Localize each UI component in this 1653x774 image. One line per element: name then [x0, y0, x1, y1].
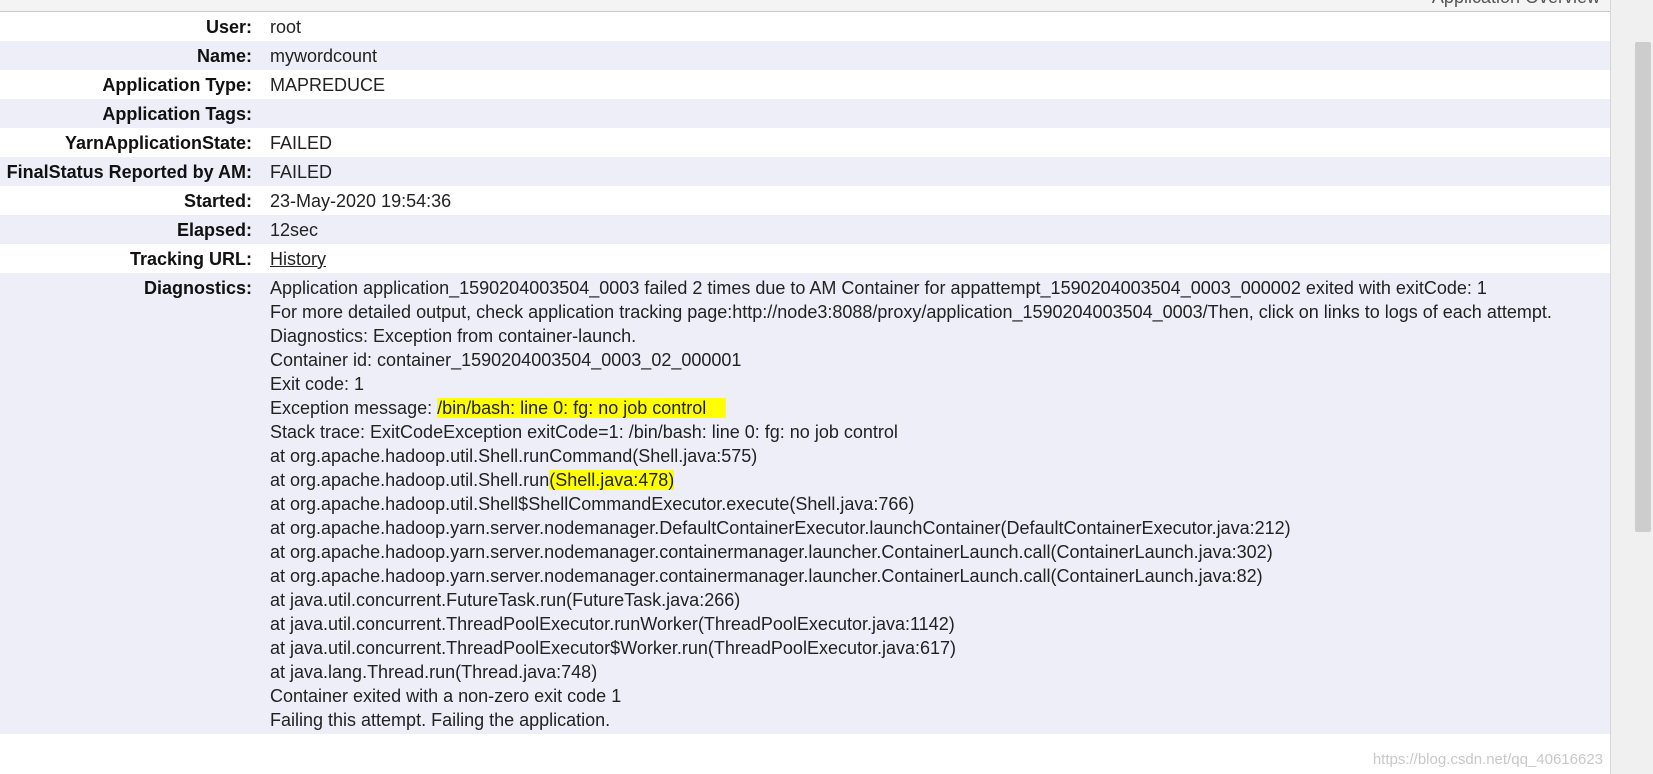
value-name: mywordcount — [270, 41, 1610, 70]
label-user: User: — [0, 12, 270, 41]
row-yarn-state: YarnApplicationState: FAILED — [0, 128, 1610, 157]
diagnostics-line: Stack trace: ExitCodeException exitCode=… — [270, 422, 898, 442]
highlighted-exception-message: /bin/bash: line 0: fg: no job control — [437, 398, 707, 418]
scrollbar-thumb[interactable] — [1635, 42, 1651, 532]
label-started: Started: — [0, 186, 270, 215]
diagnostics-line: Failing this attempt. Failing the applic… — [270, 710, 611, 730]
watermark: https://blog.csdn.net/qq_40616623 — [1372, 751, 1603, 768]
label-tracking-url: Tracking URL: — [0, 244, 270, 273]
stack-trace-line: at org.apache.hadoop.yarn.server.nodeman… — [270, 566, 1263, 586]
label-name: Name: — [0, 41, 270, 70]
value-user: root — [270, 12, 1610, 41]
label-application-tags: Application Tags: — [0, 99, 270, 128]
label-diagnostics: Diagnostics: — [0, 273, 270, 734]
stack-trace-prefix: at org.apache.hadoop.util.Shell.run — [270, 470, 550, 490]
label-elapsed: Elapsed: — [0, 215, 270, 244]
value-started: 23-May-2020 19:54:36 — [270, 186, 1610, 215]
diagnostics-line: For more detailed output, check applicat… — [270, 302, 1552, 322]
diagnostics-line: Application application_1590204003504_00… — [270, 278, 1487, 298]
value-tracking-url-cell: History — [270, 244, 1610, 273]
stack-trace-line: at java.util.concurrent.FutureTask.run(F… — [270, 590, 741, 610]
value-yarn-state: FAILED — [270, 128, 1610, 157]
row-elapsed: Elapsed: 12sec — [0, 215, 1610, 244]
diagnostics-line: Exit code: 1 — [270, 374, 365, 394]
highlighted-stack-location: (Shell.java:478) — [549, 470, 675, 490]
diagnostics-line: Diagnostics: Exception from container-la… — [270, 326, 637, 346]
panel-title: Application Overview — [1432, 0, 1600, 8]
application-info-table: User: root Name: mywordcount Application… — [0, 12, 1610, 734]
stack-trace-line: at org.apache.hadoop.util.Shell.run(Shel… — [270, 468, 1604, 492]
row-application-type: Application Type: MAPREDUCE — [0, 70, 1610, 99]
exception-prefix: Exception message: — [270, 398, 438, 418]
value-final-status: FAILED — [270, 157, 1610, 186]
row-diagnostics: Diagnostics: Application application_159… — [0, 273, 1610, 734]
stack-trace-line: at org.apache.hadoop.yarn.server.nodeman… — [270, 542, 1273, 562]
value-elapsed: 12sec — [270, 215, 1610, 244]
row-started: Started: 23-May-2020 19:54:36 — [0, 186, 1610, 215]
row-application-tags: Application Tags: — [0, 99, 1610, 128]
vertical-scrollbar[interactable] — [1610, 0, 1653, 774]
value-application-type: MAPREDUCE — [270, 70, 1610, 99]
diagnostics-exception-line: Exception message: /bin/bash: line 0: fg… — [270, 396, 1604, 420]
value-application-tags — [270, 99, 1610, 128]
label-application-type: Application Type: — [0, 70, 270, 99]
stack-trace-line: at org.apache.hadoop.yarn.server.nodeman… — [270, 518, 1291, 538]
stack-trace-line: at java.util.concurrent.ThreadPoolExecut… — [270, 638, 957, 658]
stack-trace-line: at java.lang.Thread.run(Thread.java:748) — [270, 662, 598, 682]
history-link[interactable]: History — [270, 249, 326, 269]
label-final-status: FinalStatus Reported by AM: — [0, 157, 270, 186]
highlight-padding — [706, 398, 727, 418]
diagnostics-line: Container id: container_1590204003504_00… — [270, 350, 742, 370]
stack-trace-line: at org.apache.hadoop.util.Shell$ShellCom… — [270, 494, 915, 514]
row-final-status: FinalStatus Reported by AM: FAILED — [0, 157, 1610, 186]
stack-trace-line: at org.apache.hadoop.util.Shell.runComma… — [270, 446, 758, 466]
row-tracking-url: Tracking URL: History — [0, 244, 1610, 273]
label-yarn-state: YarnApplicationState: — [0, 128, 270, 157]
panel-header: Application Overview — [0, 0, 1610, 12]
diagnostics-line: Container exited with a non-zero exit co… — [270, 686, 622, 706]
diagnostics-text: Application application_1590204003504_00… — [270, 273, 1610, 734]
stack-trace-line: at java.util.concurrent.ThreadPoolExecut… — [270, 614, 955, 634]
application-overview-panel: Application Overview User: root Name: my… — [0, 0, 1610, 774]
row-name: Name: mywordcount — [0, 41, 1610, 70]
row-user: User: root — [0, 12, 1610, 41]
